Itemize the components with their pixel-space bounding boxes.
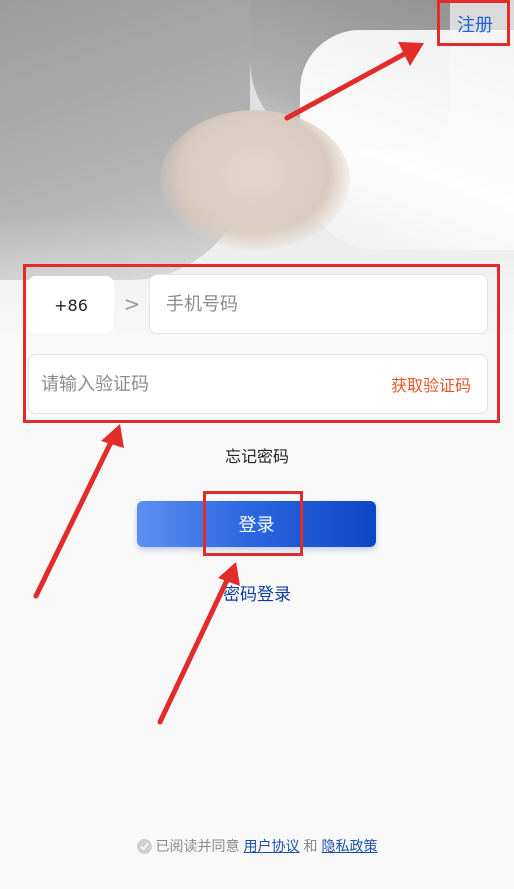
register-link[interactable]: 注册	[443, 4, 507, 44]
agreement-row: 已阅读并同意 用户协议 和 隐私政策	[0, 836, 514, 856]
get-code-button[interactable]: 获取验证码	[391, 355, 471, 413]
chevron-right-icon: >	[123, 292, 141, 316]
user-agreement-link[interactable]: 用户协议	[244, 836, 300, 856]
forgot-password-row: 忘记密码	[0, 443, 514, 467]
forgot-password-link[interactable]: 忘记密码	[225, 447, 289, 466]
password-login-row: 密码登录	[0, 580, 514, 605]
verification-code-row: 获取验证码	[28, 354, 488, 414]
phone-number-input[interactable]	[149, 274, 488, 334]
password-login-link[interactable]: 密码登录	[223, 585, 291, 605]
check-circle-icon[interactable]	[136, 838, 152, 854]
check-mark	[139, 842, 149, 850]
agreement-and: 和	[303, 839, 318, 855]
agreement-prefix: 已阅读并同意	[155, 839, 240, 855]
verification-code-input[interactable]	[29, 355, 359, 413]
country-code-selector[interactable]: +86	[28, 276, 114, 334]
login-button[interactable]: 登录	[137, 501, 376, 547]
privacy-policy-link[interactable]: 隐私政策	[322, 836, 378, 856]
